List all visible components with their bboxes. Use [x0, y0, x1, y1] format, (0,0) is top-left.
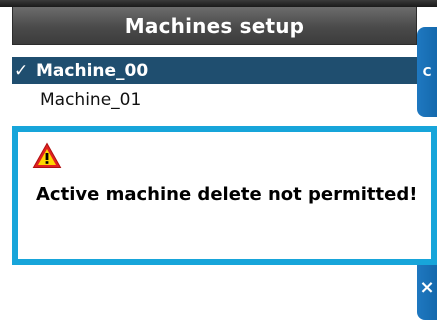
- check-icon: ✓: [14, 60, 29, 81]
- warning-dialog: Active machine delete not permitted!: [12, 126, 437, 265]
- side-button-top[interactable]: C: [417, 27, 437, 117]
- side-button-top-label: C: [422, 65, 432, 79]
- title-bar: Machines setup: [12, 7, 417, 45]
- machines-setup-screen: Machines setup ✓ Machine_00 Machine_01 C…: [0, 0, 437, 336]
- close-icon: ×: [419, 276, 435, 298]
- top-border: [0, 0, 437, 7]
- machine-label: Machine_01: [40, 89, 142, 110]
- window-title: Machines setup: [124, 13, 305, 38]
- dialog-message: Active machine delete not permitted!: [36, 184, 418, 205]
- warning-icon: [32, 142, 62, 168]
- machine-item-00[interactable]: ✓ Machine_00: [12, 57, 417, 84]
- machine-item-01[interactable]: Machine_01: [12, 86, 417, 113]
- machine-label: Machine_00: [36, 60, 149, 81]
